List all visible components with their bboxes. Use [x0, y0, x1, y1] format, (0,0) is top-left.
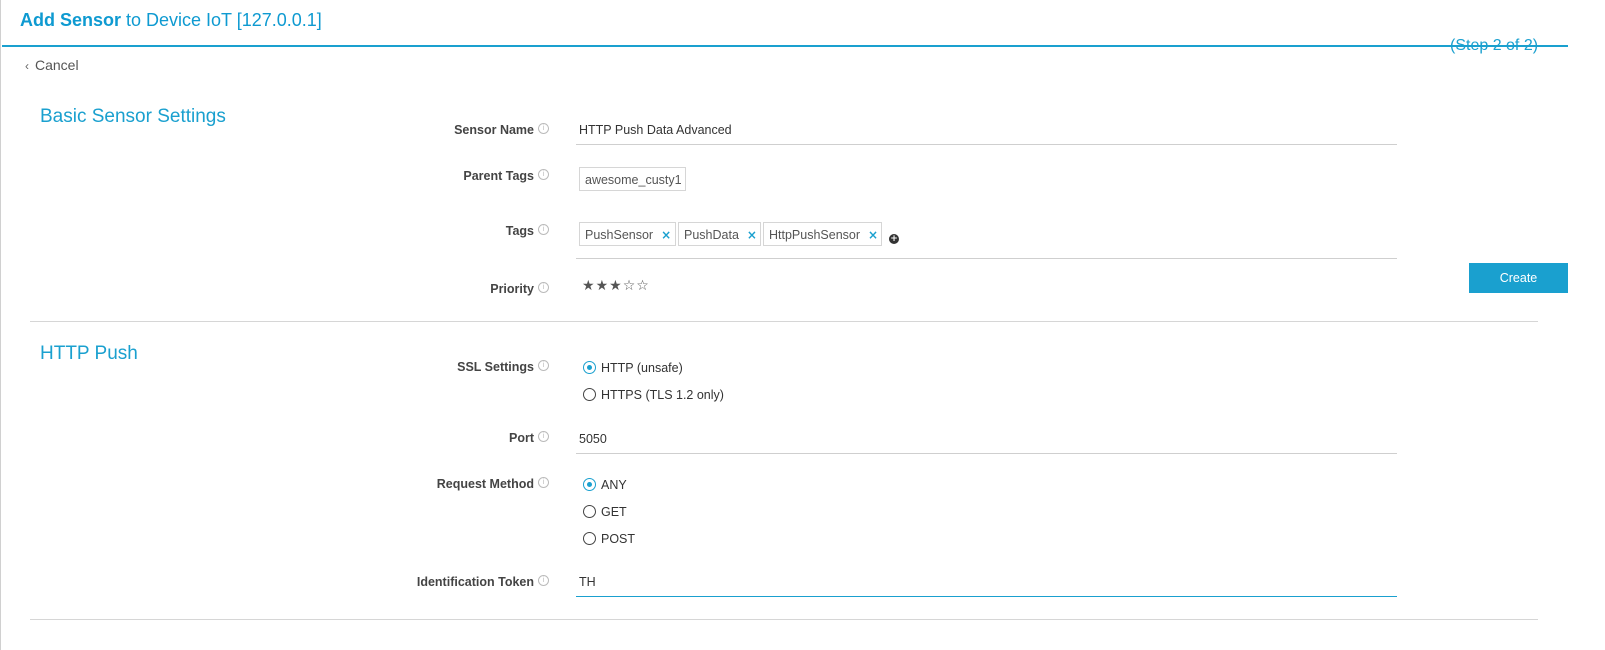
- request-method-option-label: GET: [601, 504, 627, 519]
- header-divider: [2, 45, 1568, 47]
- close-icon[interactable]: ×: [661, 228, 671, 242]
- tags-label-text: Tags: [505, 224, 534, 238]
- tags-underline: [576, 258, 1397, 259]
- section-title-basic: Basic Sensor Settings: [40, 106, 226, 127]
- ssl-option-https[interactable]: HTTPS (TLS 1.2 only): [583, 386, 724, 402]
- ssl-settings-label: SSL Settings i: [329, 360, 549, 374]
- identification-token-label-text: Identification Token: [416, 575, 534, 589]
- info-icon: i: [538, 224, 549, 235]
- info-icon: i: [538, 169, 549, 180]
- star-icon[interactable]: ★: [582, 278, 595, 294]
- radio-button[interactable]: [583, 505, 596, 519]
- request-method-option-label: POST: [601, 531, 636, 546]
- ssl-option-label: HTTP (unsafe): [601, 360, 683, 375]
- ssl-option-http[interactable]: HTTP (unsafe): [583, 359, 683, 375]
- close-icon[interactable]: ×: [868, 228, 878, 242]
- sensor-name-input[interactable]: HTTP Push Data Advanced: [579, 123, 732, 137]
- step-indicator: (Step 2 of 2): [1450, 37, 1539, 54]
- info-icon: i: [538, 477, 549, 488]
- section-divider: [30, 321, 1538, 322]
- radio-button-checked[interactable]: [583, 361, 596, 375]
- cancel-label: Cancel: [35, 57, 79, 73]
- port-underline: [576, 453, 1397, 454]
- port-label-text: Port: [509, 431, 534, 445]
- identification-token-underline: [576, 596, 1397, 597]
- priority-rating[interactable]: ★★★☆☆: [582, 278, 650, 294]
- request-method-option-post[interactable]: POST: [583, 530, 635, 546]
- plus-circle-icon[interactable]: +: [889, 234, 899, 244]
- tag-label: PushSensor: [585, 228, 654, 242]
- request-method-option-label: ANY: [601, 477, 627, 492]
- chevron-left-icon: ‹: [25, 59, 29, 73]
- sensor-name-underline: [576, 144, 1397, 145]
- close-icon[interactable]: ×: [747, 228, 757, 242]
- create-button[interactable]: Create: [1469, 263, 1568, 293]
- info-icon: i: [538, 575, 549, 586]
- request-method-option-any[interactable]: ANY: [583, 476, 627, 492]
- sensor-name-label-text: Sensor Name: [454, 123, 534, 137]
- page-title-strong: Add Sensor: [20, 10, 122, 30]
- radio-button[interactable]: [583, 388, 596, 402]
- tag-chip: HttpPushSensor ×: [763, 222, 882, 246]
- info-icon: i: [538, 360, 549, 371]
- tag-chip: PushSensor ×: [579, 222, 676, 246]
- ssl-option-label: HTTPS (TLS 1.2 only): [601, 387, 724, 402]
- info-icon: i: [538, 431, 549, 442]
- request-method-label: Request Method i: [329, 477, 549, 491]
- radio-button[interactable]: [583, 532, 596, 546]
- tag-chip: PushData ×: [678, 222, 761, 246]
- parent-tags-label: Parent Tags i: [329, 169, 549, 183]
- tags-label: Tags i: [329, 224, 549, 238]
- info-icon: i: [538, 282, 549, 293]
- request-method-label-text: Request Method: [436, 477, 534, 491]
- section-title-http-push: HTTP Push: [40, 343, 138, 364]
- page-left-border: [0, 0, 1, 650]
- priority-label-text: Priority: [490, 282, 534, 296]
- ssl-settings-label-text: SSL Settings: [457, 360, 534, 374]
- star-icon[interactable]: ★: [596, 278, 609, 294]
- tag-label: PushData: [684, 228, 739, 242]
- section-divider: [30, 619, 1538, 620]
- parent-tags-label-text: Parent Tags: [463, 169, 534, 183]
- port-label: Port i: [329, 431, 549, 445]
- page-title-device: to Device IoT [127.0.0.1]: [121, 10, 322, 30]
- request-method-option-get[interactable]: GET: [583, 503, 627, 519]
- radio-button-checked[interactable]: [583, 478, 596, 492]
- parent-tag-chip: awesome_custy1: [579, 167, 686, 191]
- sensor-name-label: Sensor Name i: [329, 123, 549, 137]
- star-icon[interactable]: ★: [609, 278, 622, 294]
- port-input[interactable]: 5050: [579, 432, 607, 446]
- priority-label: Priority i: [329, 282, 549, 296]
- page-title: Add Sensor to Device IoT [127.0.0.1]: [20, 10, 322, 31]
- info-icon: i: [538, 123, 549, 134]
- parent-tag-label: awesome_custy1: [585, 173, 682, 187]
- cancel-link[interactable]: ‹ Cancel: [25, 57, 79, 73]
- star-icon[interactable]: ☆: [636, 278, 649, 294]
- tag-label: HttpPushSensor: [769, 228, 861, 242]
- identification-token-label: Identification Token i: [329, 575, 549, 589]
- identification-token-input[interactable]: TH: [579, 575, 596, 589]
- star-icon[interactable]: ☆: [623, 278, 636, 294]
